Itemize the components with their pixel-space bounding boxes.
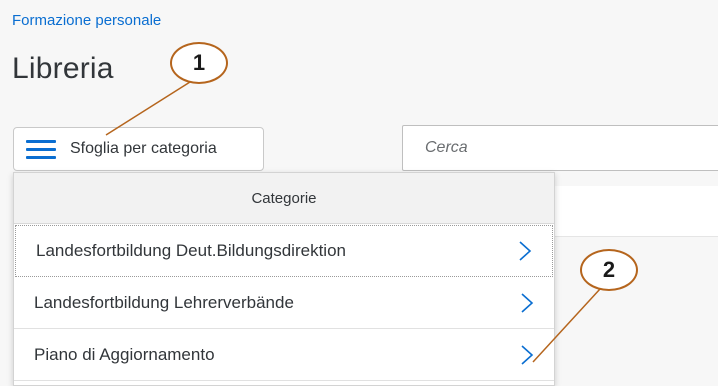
chevron-right-icon	[519, 241, 532, 261]
chevron-right-icon	[521, 344, 534, 365]
page-title: Libreria	[12, 52, 114, 85]
hamburger-menu-icon	[26, 138, 56, 160]
breadcrumb-link[interactable]: Formazione personale	[12, 12, 161, 29]
category-item-label: Piano di Aggiornamento	[34, 344, 215, 364]
chevron-right-icon	[521, 292, 534, 313]
popover-header: Categorie	[14, 173, 554, 224]
category-item-label: Landesfortbildung Lehrerverbände	[34, 292, 294, 312]
category-item-piano-di-aggiornamento[interactable]: Piano di Aggiornamento	[14, 329, 554, 381]
callout-badge-2: 2	[580, 249, 638, 291]
category-item-label: Landesfortbildung Deut.Bildungsdirektion	[36, 241, 346, 260]
browse-by-category-button[interactable]: Sfoglia per categoria	[13, 127, 264, 171]
browse-by-category-label: Sfoglia per categoria	[70, 140, 217, 157]
callout-badge-1: 1	[170, 42, 228, 84]
category-item-deut-bildungsdirektion[interactable]: Landesfortbildung Deut.Bildungsdirektion	[15, 225, 553, 277]
category-item-lehrerverbaende[interactable]: Landesfortbildung Lehrerverbände	[14, 277, 554, 329]
category-popover: Categorie Landesfortbildung Deut.Bildung…	[13, 172, 555, 386]
content-area-strip	[555, 186, 718, 237]
search-input[interactable]	[402, 125, 718, 171]
